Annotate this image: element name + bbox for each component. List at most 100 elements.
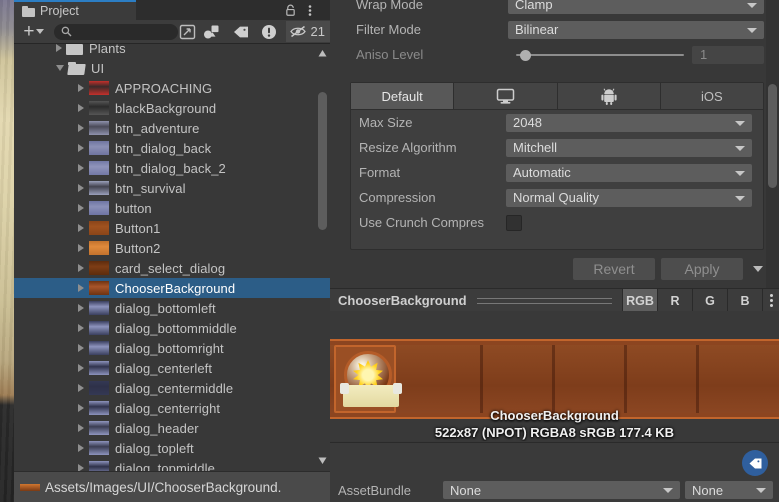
apply-button[interactable]: Apply <box>661 258 743 280</box>
tree-row[interactable]: Button1 <box>14 218 330 238</box>
chevron-right-icon[interactable] <box>78 204 84 212</box>
chevron-right-icon[interactable] <box>78 384 84 392</box>
tree-row[interactable]: Button2 <box>14 238 330 258</box>
platform-property-dropdown[interactable]: Automatic <box>506 163 752 182</box>
chevron-right-icon[interactable] <box>78 124 84 132</box>
kebab-menu-icon[interactable] <box>762 289 779 312</box>
chevron-right-icon[interactable] <box>78 104 84 112</box>
property-dropdown[interactable]: Clamp <box>508 0 764 14</box>
warning-filter-button[interactable] <box>255 21 284 42</box>
asset-bundle-dropdown[interactable]: None <box>443 481 680 499</box>
tree-row[interactable]: btn_dialog_back_2 <box>14 158 330 178</box>
slider-knob[interactable] <box>520 49 531 61</box>
platform-tab-label: iOS <box>701 88 723 104</box>
texture-preview: ChooserBackground 522x87 (NPOT) RGBA8 sR… <box>330 311 779 441</box>
tree-row-label: APPROACHING <box>115 80 213 96</box>
chevron-right-icon[interactable] <box>78 244 84 252</box>
chevron-right-icon[interactable] <box>78 144 84 152</box>
scrollbar-thumb[interactable] <box>768 84 777 188</box>
chevron-down-icon[interactable] <box>56 65 64 71</box>
tree-row[interactable]: dialog_bottommiddle <box>14 318 330 338</box>
inspector-scrollbar[interactable] <box>766 0 779 288</box>
tree-row[interactable]: Plants <box>14 44 330 58</box>
preview-slider-track[interactable] <box>476 297 612 304</box>
chevron-right-icon[interactable] <box>78 284 84 292</box>
platform-tab-default[interactable]: Default <box>351 83 455 109</box>
tree-row[interactable]: btn_adventure <box>14 118 330 138</box>
platform-tab-android-robot-icon[interactable] <box>557 83 661 109</box>
tree-row[interactable]: dialog_topleft <box>14 438 330 458</box>
asset-bundle-value: None <box>450 482 482 498</box>
tree-row[interactable]: dialog_bottomleft <box>14 298 330 318</box>
tree-row[interactable]: APPROACHING <box>14 78 330 98</box>
chevron-right-icon[interactable] <box>78 224 84 232</box>
revert-button[interactable]: Revert <box>573 258 655 280</box>
tree-row[interactable]: blackBackground <box>14 98 330 118</box>
project-scrollbar[interactable] <box>317 48 328 466</box>
chevron-right-icon[interactable] <box>78 264 84 272</box>
property-dropdown[interactable]: Bilinear <box>508 20 764 39</box>
tree-row-label: dialog_header <box>115 420 199 436</box>
chevron-right-icon[interactable] <box>78 404 84 412</box>
platform-tab-standalone-monitor-icon[interactable] <box>454 83 558 109</box>
chevron-right-icon[interactable] <box>78 84 84 92</box>
lock-icon[interactable] <box>285 4 296 16</box>
chevron-right-icon[interactable] <box>56 44 62 52</box>
kebab-menu-icon[interactable] <box>304 4 316 17</box>
tree-row[interactable]: dialog_topmiddle <box>14 458 330 472</box>
platform-property-list: Max Size 2048 Resize Algorithm Mitchell Form… <box>351 110 763 235</box>
channel-button-b[interactable]: B <box>727 289 762 312</box>
tree-row[interactable]: btn_survival <box>14 178 330 198</box>
chevron-right-icon[interactable] <box>78 344 84 352</box>
aniso-value-field[interactable]: 1 <box>692 45 764 64</box>
asset-thumbnail <box>89 141 109 155</box>
platform-property-dropdown[interactable]: Mitchell <box>506 138 752 157</box>
create-asset-button[interactable]: + <box>18 22 50 41</box>
platform-property-row: Resize Algorithm Mitchell <box>351 135 763 160</box>
label-filter-button[interactable] <box>227 21 256 42</box>
chevron-right-icon[interactable] <box>78 164 84 172</box>
tree-row[interactable]: dialog_bottomright <box>14 338 330 358</box>
asset-bundle-variant-dropdown[interactable]: None <box>685 481 773 499</box>
tree-row[interactable]: dialog_centerright <box>14 398 330 418</box>
tree-row[interactable]: dialog_header <box>14 418 330 438</box>
chevron-right-icon[interactable] <box>78 364 84 372</box>
platform-tab-ios[interactable]: iOS <box>660 83 763 109</box>
tree-row[interactable]: dialog_centermiddle <box>14 378 330 398</box>
platform-property-dropdown[interactable]: Normal Quality <box>506 188 752 207</box>
property-value: Bilinear <box>515 22 559 37</box>
search-input[interactable] <box>53 23 178 40</box>
property-value: Clamp <box>515 0 553 12</box>
channel-button-rgb[interactable]: RGB <box>622 289 657 312</box>
save-search-button[interactable] <box>178 21 198 42</box>
aniso-slider[interactable] <box>508 46 684 64</box>
tree-row[interactable]: card_select_dialog <box>14 258 330 278</box>
chevron-down-icon[interactable] <box>753 266 763 272</box>
asset-bundle-row: AssetBundle None None <box>330 479 779 501</box>
hidden-packages-button[interactable]: 21 <box>285 21 331 42</box>
scrollbar-thumb[interactable] <box>318 92 327 230</box>
tab-project[interactable]: Project <box>14 0 136 20</box>
channel-button-r[interactable]: R <box>657 289 692 312</box>
label-tag-button[interactable] <box>742 450 768 476</box>
platform-property-dropdown[interactable]: 2048 <box>506 113 752 132</box>
channel-buttons[interactable]: RGB R G B <box>622 289 762 312</box>
tree-row[interactable]: UI <box>14 58 330 78</box>
tree-row[interactable]: dialog_centerleft <box>14 358 330 378</box>
tree-row[interactable]: btn_dialog_back <box>14 138 330 158</box>
platform-tabs[interactable]: Default iOS <box>351 83 763 110</box>
tree-row[interactable]: button <box>14 198 330 218</box>
project-asset-tree[interactable]: Plants UI APPROACHING blackBackground btn_ad… <box>14 44 330 472</box>
channel-button-g[interactable]: G <box>692 289 727 312</box>
chevron-right-icon[interactable] <box>78 304 84 312</box>
chevron-right-icon[interactable] <box>78 324 84 332</box>
asset-type-filter-button[interactable] <box>198 21 227 42</box>
crunch-compression-checkbox[interactable] <box>506 214 522 231</box>
tree-row[interactable]: ChooserBackground <box>14 278 330 298</box>
chevron-right-icon[interactable] <box>78 184 84 192</box>
scroll-up-icon[interactable] <box>317 48 328 59</box>
chevron-right-icon[interactable] <box>78 424 84 432</box>
sprite-image <box>330 339 779 419</box>
scroll-down-icon[interactable] <box>317 455 328 466</box>
chevron-right-icon[interactable] <box>78 444 84 452</box>
